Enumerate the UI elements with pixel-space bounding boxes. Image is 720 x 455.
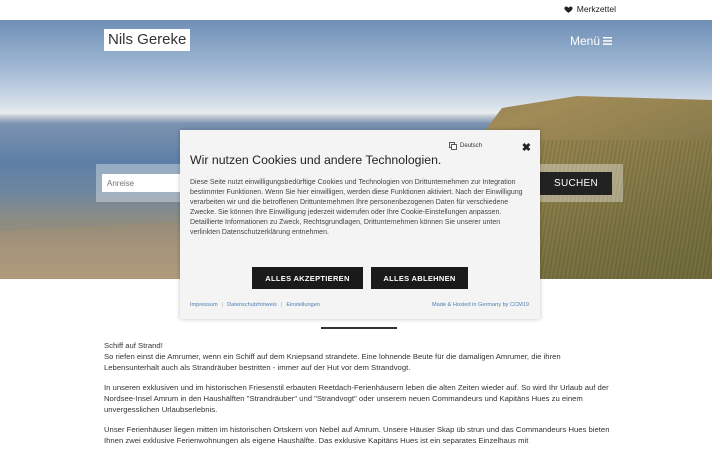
paragraph: In unseren exklusiven und im historische… bbox=[104, 383, 609, 414]
impressum-link[interactable]: Impressum bbox=[190, 302, 218, 308]
cookie-description: Diese Seite nutzt einwilligungsbedürftig… bbox=[190, 179, 523, 236]
translate-icon bbox=[449, 142, 457, 150]
datenschutz-link[interactable]: Datenschutzhinweis bbox=[227, 302, 277, 308]
language-label: Deutsch bbox=[460, 143, 483, 149]
made-hosted-link[interactable]: Made & Hosted in Germany by CCM19 bbox=[432, 302, 529, 308]
paragraph-line: So riefen einst die Amrumer, wenn ein Sc… bbox=[104, 352, 561, 372]
section-divider bbox=[321, 327, 397, 329]
accept-all-button[interactable]: ALLES AKZEPTIEREN bbox=[252, 267, 363, 289]
einstellungen-link[interactable]: Einstellungen bbox=[286, 302, 320, 308]
paragraph: Unser Ferienhäuser liegen mitten im hist… bbox=[104, 425, 610, 445]
reject-all-button[interactable]: ALLES ABLEHNEN bbox=[371, 267, 468, 289]
intro-text: Schiff auf Strand! So riefen einst die A… bbox=[104, 340, 614, 455]
link-separator: | bbox=[221, 302, 224, 308]
paragraph-line: Schiff auf Strand! bbox=[104, 341, 163, 350]
paragraph: Schiff auf Strand! So riefen einst die A… bbox=[104, 340, 614, 373]
language-select[interactable]: Deutsch ▾ bbox=[449, 142, 526, 150]
cookie-title: Wir nutzen Cookies und andere Technologi… bbox=[190, 153, 442, 167]
cookie-links: Impressum | Datenschutzhinweis | Einstel… bbox=[190, 302, 320, 308]
cookie-dialog: Deutsch ▾ ✖ Wir nutzen Cookies und ander… bbox=[180, 130, 540, 319]
link-separator: | bbox=[280, 302, 283, 308]
close-icon[interactable]: ✖ bbox=[522, 141, 531, 154]
